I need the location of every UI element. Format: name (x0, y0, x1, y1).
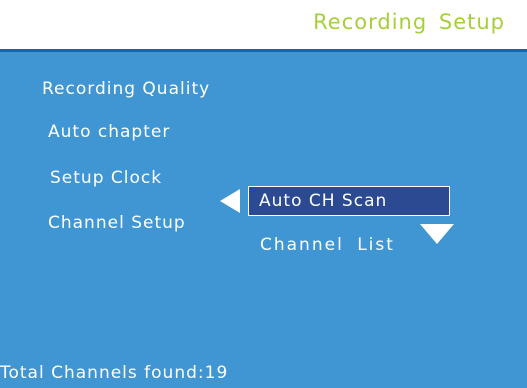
menu-item-auto-chapter[interactable]: Auto chapter (48, 122, 170, 142)
menu-item-setup-clock[interactable]: Setup Clock (50, 168, 162, 188)
menu-item-recording-quality[interactable]: Recording Quality (42, 79, 210, 99)
triangle-down-icon[interactable] (420, 224, 454, 244)
status-text: Total Channels found:19 (0, 363, 228, 383)
page-title: Recording Setup (313, 10, 505, 34)
channel-count: 19 (204, 363, 229, 383)
status-label: Total Channels found: (0, 363, 205, 383)
submenu-item-auto-ch-scan[interactable]: Auto CH Scan (248, 186, 450, 216)
triangle-left-icon[interactable] (220, 189, 240, 213)
menu-item-channel-setup[interactable]: Channel Setup (48, 213, 186, 233)
menu-panel: Recording Quality Auto chapter Setup Clo… (0, 49, 527, 388)
submenu-item-channel-list[interactable]: Channel List (260, 235, 395, 255)
